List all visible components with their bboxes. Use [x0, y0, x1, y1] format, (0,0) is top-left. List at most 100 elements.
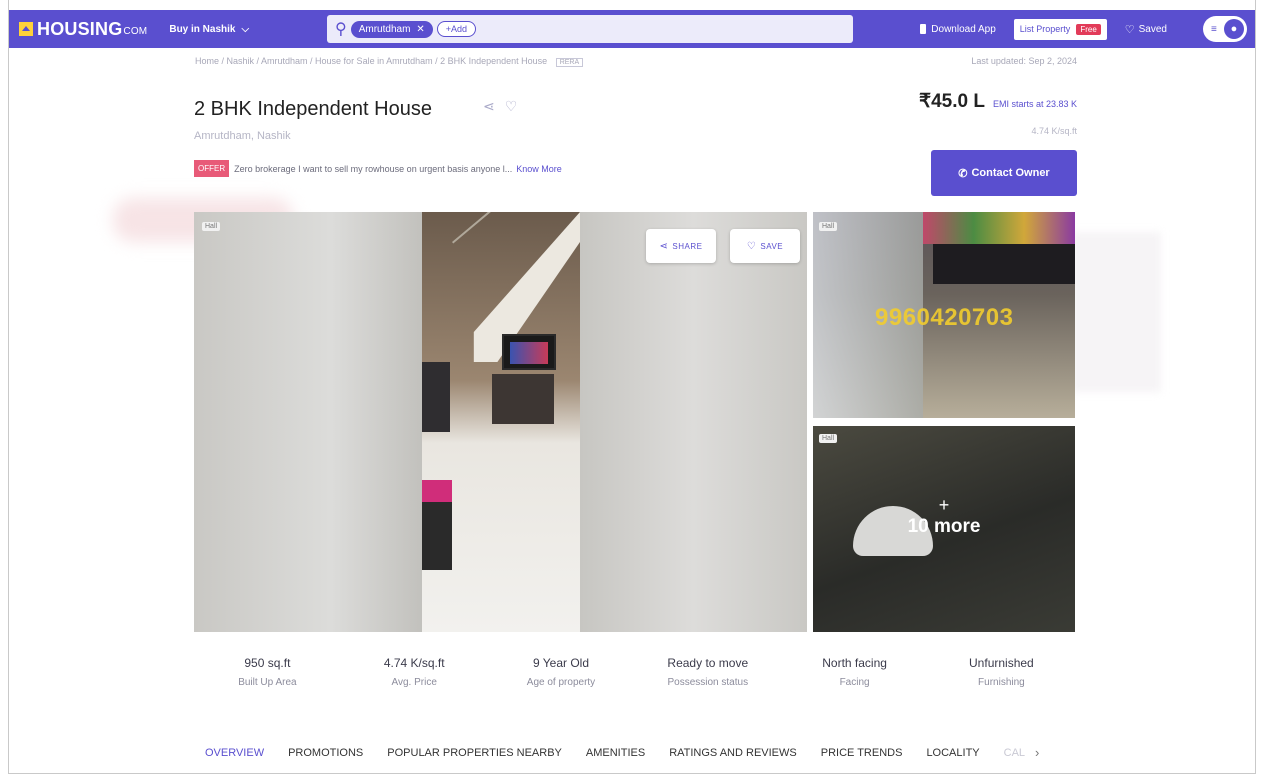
- section-tabs: OVERVIEW PROMOTIONS POPULAR PROPERTIES N…: [205, 745, 1039, 760]
- phone-watermark: 9960420703: [875, 304, 1014, 331]
- free-badge: Free: [1076, 23, 1101, 35]
- download-app-label: Download App: [931, 23, 996, 35]
- photo-tag: Hall: [819, 222, 838, 231]
- tab-ratings-and-reviews[interactable]: RATINGS AND REVIEWS: [669, 747, 797, 759]
- stat-furnishing: Unfurnished Furnishing: [928, 656, 1075, 688]
- chair: [422, 480, 452, 570]
- tab-overview[interactable]: OVERVIEW: [205, 747, 264, 759]
- locality-chip-label: Amrutdham: [358, 23, 411, 35]
- stat-value: Ready to move: [667, 656, 749, 670]
- tab-amenities[interactable]: AMENITIES: [586, 747, 645, 759]
- stat-facing: North facing Facing: [781, 656, 928, 688]
- side-photo-2[interactable]: Hall + 10 more: [813, 426, 1075, 632]
- furniture: [422, 362, 450, 432]
- heart-icon: ♡: [746, 240, 757, 252]
- main-photo[interactable]: Hall ⋖ SHARE ♡ SAVE: [194, 212, 807, 632]
- top-navbar: HOUSING COM Buy in Nashik ⌵ ⚲ Amrutdham …: [9, 10, 1255, 48]
- close-icon[interactable]: ✕: [416, 24, 424, 35]
- stat-label: Avg. Price: [391, 677, 437, 688]
- profile-menu[interactable]: ≡ ●: [1203, 16, 1247, 42]
- offer-text: Zero brokerage I want to sell my rowhous…: [234, 163, 513, 174]
- price-per-sqft: 4.74 K/sq.ft: [1031, 126, 1077, 136]
- breadcrumb[interactable]: Home / Nashik / Amrutdham / House for Sa…: [195, 56, 584, 67]
- locality-text: Amrutdham, Nashik: [194, 130, 291, 142]
- emi-link[interactable]: EMI starts at 23.83 K: [993, 99, 1077, 109]
- contact-owner-button[interactable]: ✆ Contact Owner: [931, 150, 1077, 196]
- photo-tag: Hall: [202, 222, 221, 231]
- hall-photo: [422, 212, 580, 632]
- photo-flowers: [923, 212, 1075, 244]
- header-actions: Download App List Property Free ♡ Saved …: [920, 10, 1247, 48]
- stat-avg-price: 4.74 K/sq.ft Avg. Price: [341, 656, 488, 688]
- menu-icon: ≡: [1211, 23, 1217, 35]
- phone-icon: [920, 24, 927, 34]
- stat-value: Unfurnished: [969, 656, 1034, 670]
- search-bar[interactable]: ⚲ Amrutdham ✕ +Add: [327, 15, 853, 43]
- tab-promotions[interactable]: PROMOTIONS: [288, 747, 363, 759]
- photo-tag: Hall: [819, 434, 838, 443]
- heart-icon: ♡: [1124, 23, 1135, 36]
- share-label: SHARE: [672, 241, 703, 251]
- stat-label: Possession status: [667, 677, 749, 688]
- tv-cabinet: [492, 374, 554, 424]
- city-selector-label: Buy in Nashik: [169, 23, 236, 35]
- tab-popular-properties-nearby[interactable]: POPULAR PROPERTIES NEARBY: [387, 747, 562, 759]
- offer-badge: OFFER: [194, 160, 230, 177]
- television: [502, 334, 556, 370]
- locality-chip[interactable]: Amrutdham ✕: [350, 20, 433, 38]
- share-icon: ⋖: [659, 240, 669, 252]
- list-property-label: List Property: [1019, 24, 1071, 34]
- page-frame: HOUSING COM Buy in Nashik ⌵ ⚲ Amrutdham …: [8, 0, 1256, 774]
- search-icon: ⚲: [335, 21, 347, 38]
- stat-label: Age of property: [526, 677, 596, 688]
- offer-row: OFFER Zero brokerage I want to sell my r…: [194, 160, 562, 177]
- photo-blur-left: [194, 212, 422, 632]
- price-block: ₹45.0 L EMI starts at 23.83 K: [919, 90, 1077, 113]
- more-photos-overlay[interactable]: + 10 more: [813, 496, 1075, 538]
- plus-icon: +: [938, 495, 950, 515]
- phone-icon: ✆: [958, 167, 968, 180]
- more-photos-count: 10 more: [907, 516, 981, 537]
- stat-value: 4.74 K/sq.ft: [383, 656, 445, 670]
- stat-built-up-area: 950 sq.ft Built Up Area: [194, 656, 341, 688]
- stat-label: Built Up Area: [238, 677, 297, 688]
- background-blur-right: [1071, 232, 1161, 392]
- logo-suffix: COM: [123, 25, 148, 37]
- add-locality-button[interactable]: +Add: [436, 21, 477, 37]
- share-icon[interactable]: ⋖: [483, 98, 495, 115]
- rera-badge: RERA: [555, 58, 584, 67]
- contact-owner-label: Contact Owner: [971, 167, 1050, 179]
- railing: [452, 212, 538, 244]
- list-property-button[interactable]: List Property Free: [1013, 18, 1107, 40]
- chevron-right-icon[interactable]: ›: [1035, 745, 1039, 760]
- photo-blur-right: [580, 212, 807, 632]
- breadcrumb-text[interactable]: Home / Nashik / Amrutdham / House for Sa…: [195, 56, 547, 66]
- saved-label: Saved: [1138, 23, 1167, 35]
- city-selector[interactable]: Buy in Nashik ⌵: [169, 24, 249, 35]
- house-icon: [19, 22, 33, 36]
- last-updated: Last updated: Sep 2, 2024: [971, 56, 1077, 66]
- tab-locality[interactable]: LOCALITY: [926, 747, 979, 759]
- photo-table: [933, 244, 1075, 284]
- heart-icon[interactable]: ♡: [505, 98, 518, 115]
- save-button[interactable]: ♡ SAVE: [730, 229, 800, 263]
- stat-possession: Ready to move Possession status: [634, 656, 781, 688]
- price-value: ₹45.0 L: [919, 91, 985, 112]
- share-button[interactable]: ⋖ SHARE: [646, 229, 716, 263]
- avatar: ●: [1224, 19, 1244, 39]
- stat-value: North facing: [822, 656, 887, 670]
- stat-label: Facing: [839, 677, 870, 688]
- saved-link[interactable]: ♡ Saved: [1125, 23, 1167, 36]
- stat-label: Furnishing: [978, 677, 1025, 688]
- stat-age: 9 Year Old Age of property: [488, 656, 635, 688]
- tab-calculator[interactable]: CAL: [1004, 747, 1025, 759]
- download-app-link[interactable]: Download App: [920, 24, 996, 35]
- side-photo-1[interactable]: Hall 9960420703: [813, 212, 1075, 418]
- tab-price-trends[interactable]: PRICE TRENDS: [821, 747, 903, 759]
- page-title: 2 BHK Independent House: [194, 98, 432, 120]
- save-label: SAVE: [760, 241, 784, 251]
- know-more-link[interactable]: Know More: [516, 164, 562, 174]
- property-stats: 950 sq.ft Built Up Area 4.74 K/sq.ft Avg…: [194, 656, 1075, 688]
- stat-value: 950 sq.ft: [244, 656, 291, 670]
- housing-logo[interactable]: HOUSING COM: [19, 19, 147, 40]
